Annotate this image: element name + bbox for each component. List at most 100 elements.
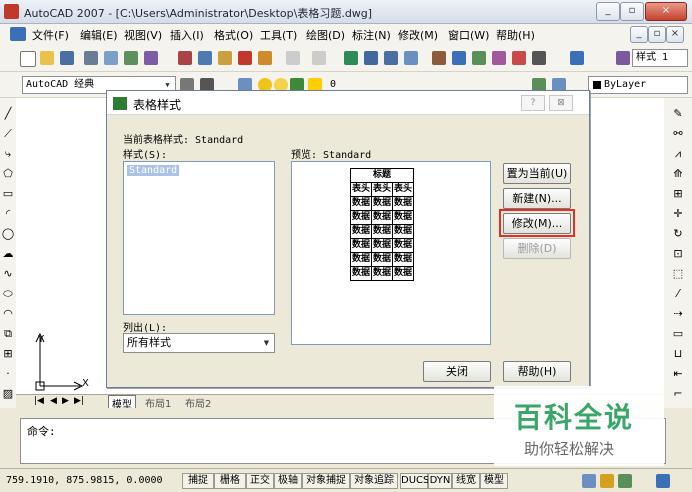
make-block-icon[interactable]: ⊞: [0, 346, 16, 362]
list-filter-select[interactable]: 所有样式 ▼: [123, 333, 275, 353]
move-icon[interactable]: ✛: [670, 206, 686, 222]
design-center-icon[interactable]: [452, 51, 466, 65]
menu-file[interactable]: 文件(F): [32, 27, 69, 43]
rectangle-icon[interactable]: ▭: [0, 186, 16, 202]
set-current-button[interactable]: 置为当前(U): [503, 163, 571, 184]
polar-toggle[interactable]: 极轴: [274, 473, 302, 489]
menu-modify[interactable]: 修改(M): [398, 27, 438, 43]
open-file-icon[interactable]: [40, 51, 54, 65]
snap-toggle[interactable]: 捕捉: [182, 473, 214, 489]
osnap-toggle[interactable]: 对象捕捉: [302, 473, 350, 489]
properties-icon[interactable]: [432, 51, 446, 65]
offset-icon[interactable]: ⟰: [670, 166, 686, 182]
doc-restore-button[interactable]: ▫: [648, 26, 666, 43]
close-button[interactable]: ×: [645, 2, 687, 21]
dialog-help-button[interactable]: ?: [521, 95, 545, 111]
otrack-toggle[interactable]: 对象追踪: [350, 473, 398, 489]
break-icon[interactable]: ▭: [670, 326, 686, 342]
status-tray-icon[interactable]: [618, 474, 632, 488]
pan-icon[interactable]: [344, 51, 358, 65]
scale-icon[interactable]: ⊡: [670, 246, 686, 262]
minimize-button[interactable]: _: [596, 2, 620, 21]
sheet-set-icon[interactable]: [492, 51, 506, 65]
fillet-icon[interactable]: ⌐: [670, 386, 686, 402]
new-style-button[interactable]: 新建(N)...: [503, 188, 571, 209]
help-icon[interactable]: [570, 51, 584, 65]
menu-help[interactable]: 帮助(H): [496, 27, 535, 43]
zoom-realtime-icon[interactable]: [364, 51, 378, 65]
construction-line-icon[interactable]: ⟋: [0, 126, 16, 142]
save-icon[interactable]: [60, 51, 74, 65]
insert-block-icon[interactable]: ⧉: [0, 326, 16, 342]
3d-dwf-icon[interactable]: [144, 51, 158, 65]
extend-icon[interactable]: ⇢: [670, 306, 686, 322]
array-icon[interactable]: ⊞: [670, 186, 686, 202]
doc-close-button[interactable]: ×: [666, 26, 684, 43]
styles-list[interactable]: Standard: [123, 161, 275, 315]
copy-icon[interactable]: [198, 51, 212, 65]
plot-preview-icon[interactable]: [104, 51, 118, 65]
join-icon[interactable]: ⊔: [670, 346, 686, 362]
delete-style-button[interactable]: 删除(D): [503, 238, 571, 259]
cut-icon[interactable]: [178, 51, 192, 65]
ellipse-icon[interactable]: ⬭: [0, 286, 16, 302]
zoom-window-icon[interactable]: [384, 51, 398, 65]
publish-icon[interactable]: [124, 51, 138, 65]
color-select[interactable]: ByLayer: [588, 76, 688, 94]
first-tab-icon[interactable]: |◀: [34, 396, 44, 406]
menu-edit[interactable]: 编辑(E): [80, 27, 118, 43]
plot-icon[interactable]: [84, 51, 98, 65]
prev-tab-icon[interactable]: ◀: [50, 396, 57, 406]
hatch-icon[interactable]: ▨: [0, 386, 16, 402]
markup-icon[interactable]: [512, 51, 526, 65]
document-icon[interactable]: [10, 27, 26, 41]
line-icon[interactable]: ╱: [0, 106, 16, 122]
mirror-icon[interactable]: ⩘: [670, 146, 686, 162]
lineweight-toggle[interactable]: 线宽: [452, 473, 480, 489]
block-editor-icon[interactable]: [258, 51, 272, 65]
layer-name[interactable]: 0: [330, 79, 336, 90]
text-style-select[interactable]: 样式 1: [632, 49, 688, 67]
last-tab-icon[interactable]: ▶|: [74, 396, 84, 406]
dyn-toggle[interactable]: DYN: [428, 473, 452, 489]
circle-icon[interactable]: ◯: [0, 226, 16, 242]
new-file-icon[interactable]: [20, 51, 36, 67]
revision-cloud-icon[interactable]: ☁: [0, 246, 16, 262]
menu-insert[interactable]: 插入(I): [170, 27, 204, 43]
doc-minimize-button[interactable]: _: [630, 26, 648, 43]
modify-style-button[interactable]: 修改(M)...: [503, 213, 571, 234]
style-item-standard[interactable]: Standard: [127, 165, 180, 176]
dialog-help-text-button[interactable]: 帮助(H): [503, 361, 571, 382]
copy-object-icon[interactable]: ⚯: [670, 126, 686, 142]
trim-icon[interactable]: ⁄: [670, 286, 686, 302]
calculator-icon[interactable]: [532, 51, 546, 65]
dialog-close-text-button[interactable]: 关闭: [423, 361, 491, 382]
ducs-toggle[interactable]: DUCS: [400, 473, 429, 489]
ellipse-arc-icon[interactable]: ◠: [0, 306, 16, 322]
menu-dimension[interactable]: 标注(N): [352, 27, 391, 43]
polyline-icon[interactable]: ⤷: [0, 146, 16, 162]
communication-center-icon[interactable]: [582, 474, 596, 488]
polygon-icon[interactable]: ⬠: [0, 166, 16, 182]
clean-screen-icon[interactable]: [656, 474, 670, 488]
grid-toggle[interactable]: 栅格: [214, 473, 246, 489]
arc-icon[interactable]: ◜: [0, 206, 16, 222]
chamfer-icon[interactable]: ⇤: [670, 366, 686, 382]
text-style-icon[interactable]: [616, 51, 630, 65]
redo-icon[interactable]: [312, 51, 326, 65]
tool-palettes-icon[interactable]: [472, 51, 486, 65]
menu-window[interactable]: 窗口(W): [448, 27, 489, 43]
stretch-icon[interactable]: ⬚: [670, 266, 686, 282]
point-icon[interactable]: ·: [0, 366, 16, 382]
menu-draw[interactable]: 绘图(D): [306, 27, 345, 43]
next-tab-icon[interactable]: ▶: [62, 396, 69, 406]
paste-icon[interactable]: [218, 51, 232, 65]
model-toggle[interactable]: 模型: [480, 473, 508, 489]
rotate-icon[interactable]: ↻: [670, 226, 686, 242]
undo-icon[interactable]: [286, 51, 300, 65]
ortho-toggle[interactable]: 正交: [246, 473, 274, 489]
zoom-previous-icon[interactable]: [404, 51, 418, 65]
spline-icon[interactable]: ∿: [0, 266, 16, 282]
lock-toolbars-icon[interactable]: [600, 474, 614, 488]
match-properties-icon[interactable]: [238, 51, 252, 65]
